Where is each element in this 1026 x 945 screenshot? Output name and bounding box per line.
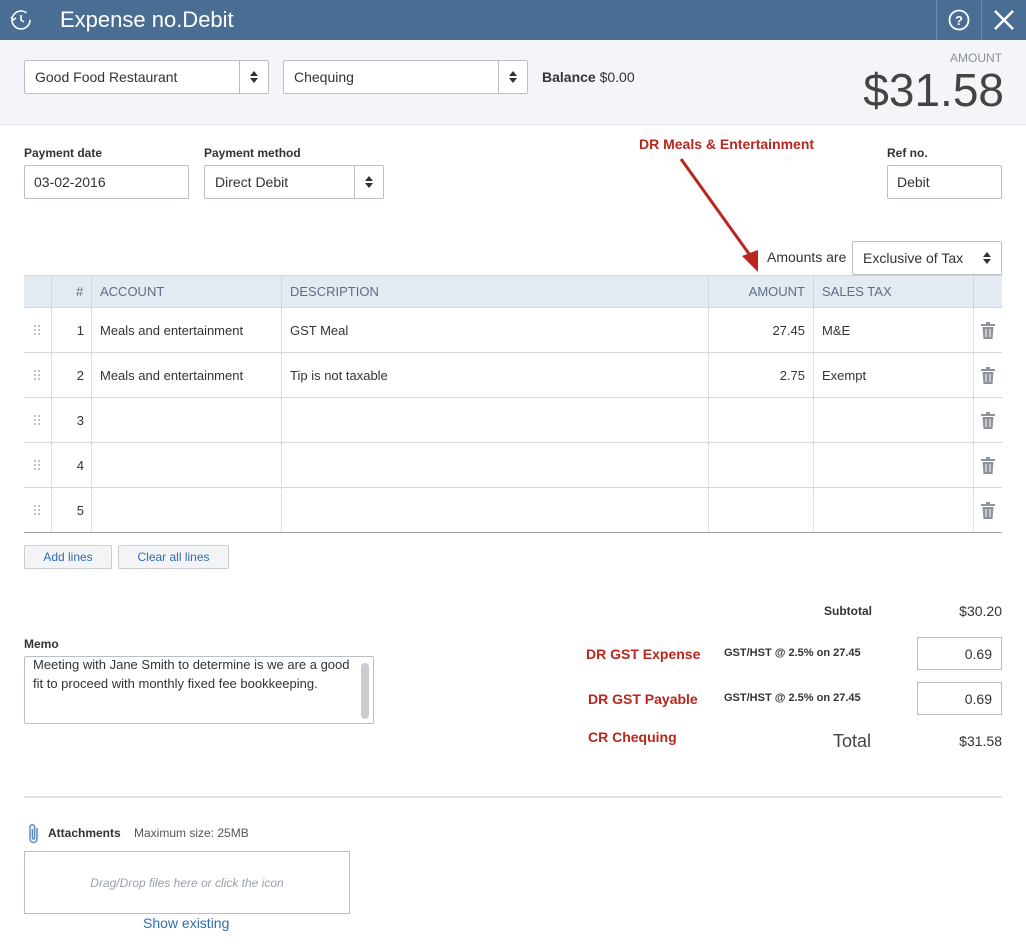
col-account: ACCOUNT [100, 284, 165, 299]
col-amount: AMOUNT [748, 284, 805, 299]
close-button[interactable] [981, 0, 1026, 40]
cell-amount[interactable] [708, 443, 805, 487]
table-row[interactable]: 4 [24, 443, 1002, 488]
table-row[interactable]: 3 [24, 398, 1002, 443]
drag-handle-icon[interactable] [33, 443, 43, 487]
cell-description[interactable]: GST Meal [290, 308, 348, 352]
amounts-are-select[interactable]: Exclusive of Tax [852, 241, 1002, 275]
drag-handle-icon[interactable] [33, 488, 43, 532]
paperclip-icon[interactable] [26, 822, 42, 849]
ref-input[interactable]: Debit [887, 165, 1002, 199]
history-clock-icon[interactable] [0, 0, 42, 40]
cell-num: 5 [76, 502, 84, 518]
clear-lines-button[interactable]: Clear all lines [118, 545, 229, 569]
col-description: DESCRIPTION [290, 284, 379, 299]
subtotal-label: Subtotal [824, 604, 872, 618]
cell-tax[interactable]: Exempt [822, 353, 866, 397]
table-header: # ACCOUNT DESCRIPTION AMOUNT SALES TAX [24, 275, 1002, 308]
ref-label: Ref no. [887, 146, 928, 160]
tax2-label: GST/HST @ 2.5% on 27.45 [724, 692, 861, 704]
amounts-are-label: Amounts are [767, 249, 847, 265]
cell-description[interactable]: Tip is not taxable [290, 353, 388, 397]
memo-text: Meeting with Jane Smith to determine is … [33, 657, 350, 691]
balance: Balance $0.00 [542, 69, 635, 85]
svg-text:?: ? [955, 13, 963, 28]
cell-num: 2 [76, 367, 84, 383]
annotation-dr-gst-expense: DR GST Expense [586, 646, 701, 662]
table-row[interactable]: 5 [24, 488, 1002, 533]
attachments-max-size: Maximum size: 25MB [134, 826, 249, 840]
drag-handle-icon[interactable] [33, 353, 43, 397]
col-num: # [76, 284, 84, 299]
updown-caret-icon [498, 61, 527, 93]
add-lines-button[interactable]: Add lines [24, 545, 112, 569]
col-sales-tax: SALES TAX [822, 284, 892, 299]
memo-label: Memo [24, 637, 59, 651]
annotation-cr-chequing: CR Chequing [588, 729, 677, 745]
payee-value: Good Food Restaurant [35, 69, 178, 85]
cell-num: 1 [76, 322, 84, 338]
annotation-arrow-icon [679, 158, 758, 272]
trash-icon[interactable] [981, 398, 995, 442]
drag-handle-icon[interactable] [33, 398, 43, 442]
balance-value: $0.00 [599, 69, 635, 85]
memo-textarea[interactable]: Meeting with Jane Smith to determine is … [24, 656, 374, 724]
trash-icon[interactable] [981, 308, 995, 352]
attachments-label: Attachments [48, 826, 121, 840]
question-circle-icon: ? [948, 9, 970, 31]
payment-method-label: Payment method [204, 146, 301, 160]
tax2-input[interactable]: 0.69 [917, 682, 1002, 715]
table-row[interactable]: 1 Meals and entertainment GST Meal 27.45 M&E [24, 308, 1002, 353]
drag-handle-icon[interactable] [33, 308, 43, 352]
annotation-dr-gst-payable: DR GST Payable [588, 691, 698, 707]
cell-account[interactable]: Meals and entertainment [100, 353, 243, 397]
window-title: Expense no.Debit [60, 7, 234, 32]
amounts-are-value: Exclusive of Tax [863, 250, 964, 266]
show-existing-link[interactable]: Show existing [143, 915, 229, 931]
cell-amount[interactable] [708, 488, 805, 532]
payment-date-label: Payment date [24, 146, 103, 160]
total-value: $31.58 [959, 733, 1002, 749]
cell-amount[interactable] [708, 398, 805, 442]
account-select[interactable]: Chequing [283, 60, 528, 94]
drop-zone-text: Drag/Drop files here or click the icon [90, 875, 284, 890]
attachment-drop-zone[interactable]: Drag/Drop files here or click the icon [24, 851, 350, 914]
divider [24, 796, 1002, 798]
updown-caret-icon [239, 61, 268, 93]
updown-caret-icon [972, 242, 1001, 274]
payment-date-input[interactable]: 03-02-2016 [24, 165, 189, 199]
trash-icon[interactable] [981, 443, 995, 487]
help-button[interactable]: ? [936, 0, 981, 40]
subtotal-value: $30.20 [959, 603, 1002, 619]
total-label: Total [833, 731, 872, 751]
updown-caret-icon [354, 166, 383, 198]
memo-scrollbar[interactable] [361, 663, 369, 719]
cell-amount[interactable]: 27.45 [708, 308, 805, 352]
trash-icon[interactable] [981, 488, 995, 532]
cell-num: 4 [76, 457, 84, 473]
payee-select[interactable]: Good Food Restaurant [24, 60, 269, 94]
tax1-input[interactable]: 0.69 [917, 637, 1002, 670]
trash-icon[interactable] [981, 353, 995, 397]
table-row[interactable]: 2 Meals and entertainment Tip is not taxab… [24, 353, 1002, 398]
payment-method-value: Direct Debit [215, 174, 289, 190]
expense-lines-table: # ACCOUNT DESCRIPTION AMOUNT SALES TAX 1… [24, 275, 1002, 533]
cell-account[interactable]: Meals and entertainment [100, 308, 243, 352]
cell-tax[interactable]: M&E [822, 308, 850, 352]
payment-method-select[interactable]: Direct Debit [204, 165, 384, 199]
title-bar: Expense no.Debit ? [0, 0, 1026, 40]
cell-num: 3 [76, 412, 84, 428]
cell-amount[interactable]: 2.75 [708, 353, 805, 397]
amount-value: $31.58 [863, 64, 1004, 116]
balance-label: Balance [542, 69, 596, 85]
account-value: Chequing [294, 69, 354, 85]
tax1-label: GST/HST @ 2.5% on 27.45 [724, 647, 861, 659]
close-icon [994, 10, 1014, 30]
